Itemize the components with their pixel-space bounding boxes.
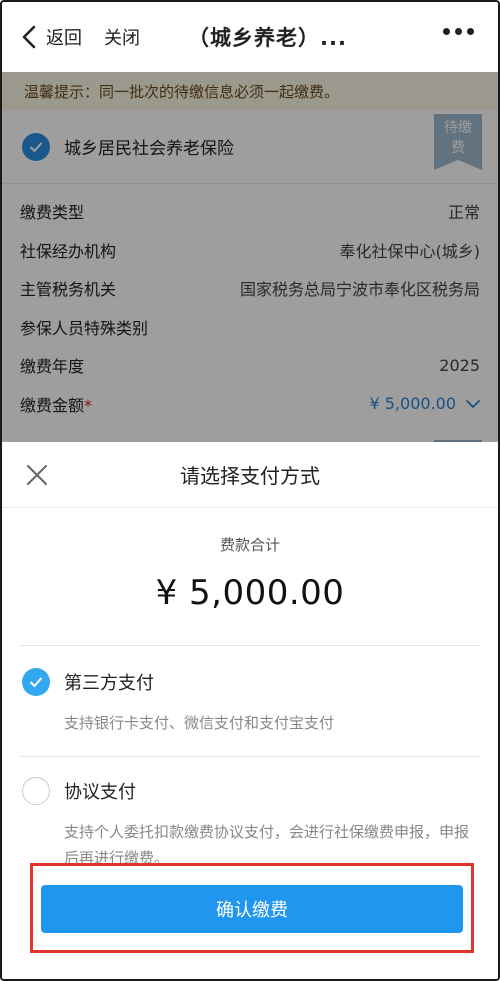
option-title: 协议支付 — [64, 782, 136, 803]
back-label: 返回 — [46, 28, 82, 49]
payment-option-third-party[interactable]: 第三方支付 支持银行卡支付、微信支付和支付宝支付 — [2, 668, 498, 736]
total-amount: ¥ 5,000.00 — [155, 573, 345, 613]
chevron-left-icon — [22, 25, 36, 49]
more-dot-icon — [455, 28, 462, 35]
radio-unchecked-icon[interactable] — [22, 777, 50, 805]
highlight-box: 确认缴费 — [30, 863, 474, 953]
more-dot-icon — [467, 28, 474, 35]
confirm-pay-button[interactable]: 确认缴费 — [41, 885, 463, 933]
sheet-header: 请选择支付方式 — [2, 442, 498, 508]
option-row: 第三方支付 — [22, 668, 478, 696]
option-row: 协议支付 — [22, 777, 478, 805]
radio-checked-icon[interactable] — [22, 668, 50, 696]
more-menu-button[interactable] — [443, 28, 474, 35]
divider — [20, 756, 480, 757]
close-button[interactable]: 关闭 — [104, 24, 140, 50]
payment-option-agreement[interactable]: 协议支付 支持个人委托扣款缴费协议支付，会进行社保缴费申报，申报后再进行缴费。 — [2, 777, 498, 871]
total-label: 费款合计 — [219, 536, 280, 554]
phone-frame: 返回 关闭 （城乡养老）... 温馨提示：同一批次的待缴信息必须一起缴费。 城乡… — [0, 0, 500, 981]
option-description: 支持银行卡支付、微信支付和支付宝支付 — [64, 714, 335, 732]
sheet-title: 请选择支付方式 — [180, 464, 320, 488]
page-title: （城乡养老）... — [188, 26, 347, 50]
divider — [20, 645, 480, 646]
option-title: 第三方支付 — [64, 673, 154, 694]
payment-method-sheet: 请选择支付方式 费款合计 ¥ 5,000.00 第三方支付 支持银行卡支付、微信… — [2, 442, 498, 979]
modal-backdrop[interactable] — [2, 72, 498, 442]
more-dot-icon — [443, 28, 450, 35]
top-nav: 返回 关闭 （城乡养老）... — [2, 2, 498, 72]
back-button[interactable]: 返回 — [22, 24, 82, 50]
close-icon[interactable] — [26, 464, 48, 486]
